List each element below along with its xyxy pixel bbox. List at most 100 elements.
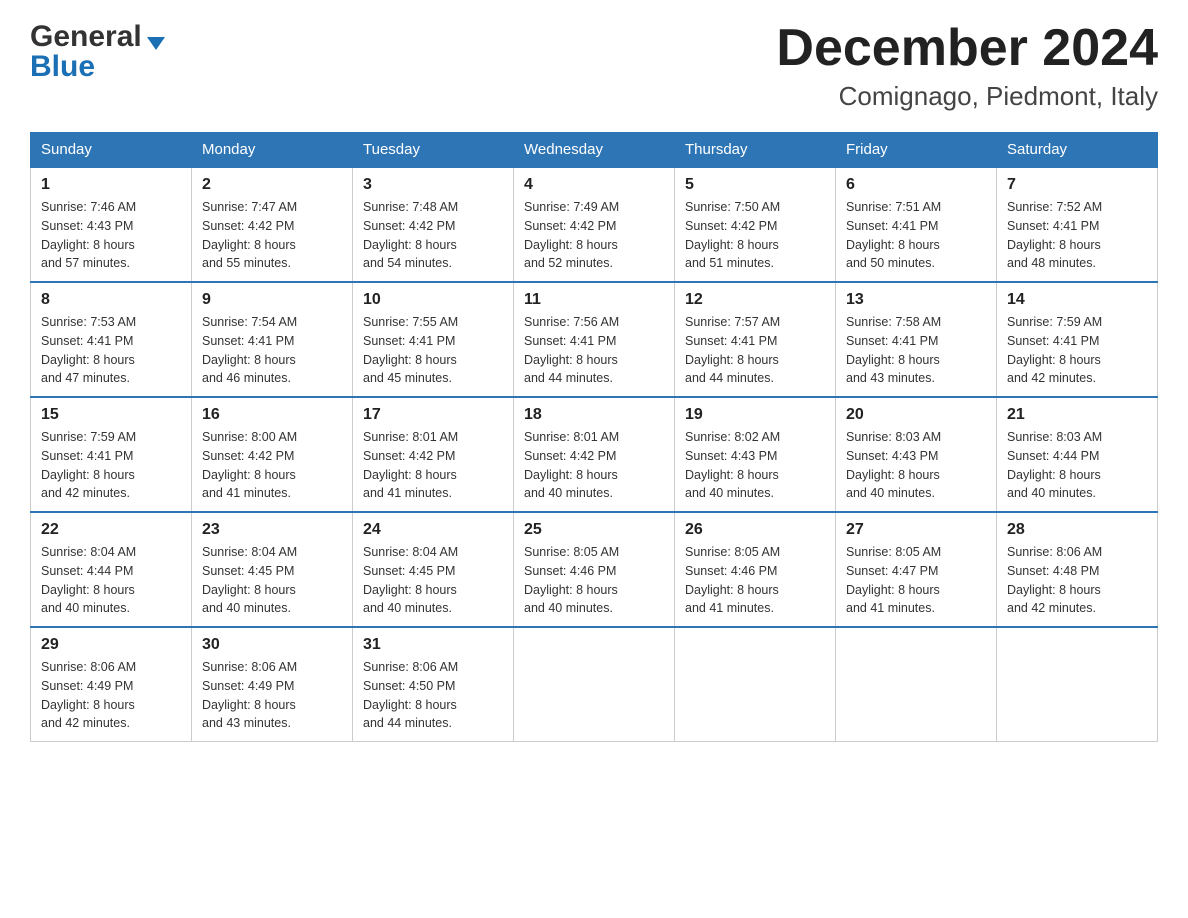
day-number: 21 <box>1007 406 1147 424</box>
calendar-cell: 6Sunrise: 7:51 AMSunset: 4:41 PMDaylight… <box>836 167 997 282</box>
week-row-2: 8Sunrise: 7:53 AMSunset: 4:41 PMDaylight… <box>31 282 1158 397</box>
calendar-cell: 27 Sunrise: 8:05 AMSunset: 4:47 PMDayligh… <box>836 512 997 627</box>
day-info: Sunrise: 8:06 AMSunset: 4:50 PMDaylight:… <box>363 658 503 733</box>
day-number: 31 <box>363 636 503 654</box>
week-row-1: 1 Sunrise: 7:46 AMSunset: 4:43 PMDaylight… <box>31 167 1158 282</box>
calendar-cell: 14 Sunrise: 7:59 AMSunset: 4:41 PMDayligh… <box>997 282 1158 397</box>
calendar-cell <box>514 627 675 742</box>
day-number: 11 <box>524 291 664 309</box>
day-info: Sunrise: 8:05 AMSunset: 4:47 PMDaylight:… <box>846 543 986 618</box>
calendar-cell: 21 Sunrise: 8:03 AMSunset: 4:44 PMDayligh… <box>997 397 1158 512</box>
calendar-cell: 12 Sunrise: 7:57 AMSunset: 4:41 PMDayligh… <box>675 282 836 397</box>
column-header-saturday: Saturday <box>997 133 1158 168</box>
day-number: 13 <box>846 291 986 309</box>
calendar-header-row: SundayMondayTuesdayWednesdayThursdayFrid… <box>31 133 1158 168</box>
column-header-thursday: Thursday <box>675 133 836 168</box>
day-number: 25 <box>524 521 664 539</box>
day-info: Sunrise: 8:05 AMSunset: 4:46 PMDaylight:… <box>685 543 825 618</box>
calendar-cell: 28 Sunrise: 8:06 AMSunset: 4:48 PMDayligh… <box>997 512 1158 627</box>
calendar-table: SundayMondayTuesdayWednesdayThursdayFrid… <box>30 132 1158 742</box>
calendar-cell: 2Sunrise: 7:47 AMSunset: 4:42 PMDaylight… <box>192 167 353 282</box>
logo: General Blue <box>30 20 165 84</box>
calendar-cell: 29Sunrise: 8:06 AMSunset: 4:49 PMDayligh… <box>31 627 192 742</box>
logo-blue-text: Blue <box>30 50 95 84</box>
calendar-cell: 17Sunrise: 8:01 AMSunset: 4:42 PMDayligh… <box>353 397 514 512</box>
day-info: Sunrise: 7:46 AMSunset: 4:43 PMDaylight:… <box>41 198 181 273</box>
day-number: 26 <box>685 521 825 539</box>
day-number: 14 <box>1007 291 1147 309</box>
day-info: Sunrise: 7:59 AMSunset: 4:41 PMDaylight:… <box>1007 313 1147 388</box>
day-number: 27 <box>846 521 986 539</box>
day-number: 1 <box>41 176 181 194</box>
calendar-cell: 30Sunrise: 8:06 AMSunset: 4:49 PMDayligh… <box>192 627 353 742</box>
day-number: 15 <box>41 406 181 424</box>
calendar-cell: 11Sunrise: 7:56 AMSunset: 4:41 PMDayligh… <box>514 282 675 397</box>
day-info: Sunrise: 8:05 AMSunset: 4:46 PMDaylight:… <box>524 543 664 618</box>
calendar-cell: 10 Sunrise: 7:55 AMSunset: 4:41 PMDayligh… <box>353 282 514 397</box>
title-section: December 2024 Comignago, Piedmont, Italy <box>776 20 1158 112</box>
calendar-cell: 9Sunrise: 7:54 AMSunset: 4:41 PMDaylight… <box>192 282 353 397</box>
calendar-cell <box>675 627 836 742</box>
day-info: Sunrise: 7:54 AMSunset: 4:41 PMDaylight:… <box>202 313 342 388</box>
week-row-4: 22Sunrise: 8:04 AMSunset: 4:44 PMDayligh… <box>31 512 1158 627</box>
day-info: Sunrise: 8:03 AMSunset: 4:43 PMDaylight:… <box>846 428 986 503</box>
month-title: December 2024 <box>776 20 1158 77</box>
calendar-cell: 19 Sunrise: 8:02 AMSunset: 4:43 PMDayligh… <box>675 397 836 512</box>
day-number: 10 <box>363 291 503 309</box>
day-number: 4 <box>524 176 664 194</box>
day-number: 16 <box>202 406 342 424</box>
day-info: Sunrise: 7:49 AMSunset: 4:42 PMDaylight:… <box>524 198 664 273</box>
logo-general-text: General <box>30 20 142 54</box>
calendar-cell: 3 Sunrise: 7:48 AMSunset: 4:42 PMDaylight… <box>353 167 514 282</box>
day-info: Sunrise: 8:04 AMSunset: 4:45 PMDaylight:… <box>363 543 503 618</box>
column-header-monday: Monday <box>192 133 353 168</box>
day-info: Sunrise: 7:53 AMSunset: 4:41 PMDaylight:… <box>41 313 181 388</box>
location-title: Comignago, Piedmont, Italy <box>776 81 1158 112</box>
week-row-5: 29Sunrise: 8:06 AMSunset: 4:49 PMDayligh… <box>31 627 1158 742</box>
day-number: 30 <box>202 636 342 654</box>
calendar-cell: 24Sunrise: 8:04 AMSunset: 4:45 PMDayligh… <box>353 512 514 627</box>
calendar-cell <box>997 627 1158 742</box>
day-info: Sunrise: 8:04 AMSunset: 4:45 PMDaylight:… <box>202 543 342 618</box>
day-info: Sunrise: 7:57 AMSunset: 4:41 PMDaylight:… <box>685 313 825 388</box>
week-row-3: 15 Sunrise: 7:59 AMSunset: 4:41 PMDayligh… <box>31 397 1158 512</box>
day-info: Sunrise: 7:50 AMSunset: 4:42 PMDaylight:… <box>685 198 825 273</box>
day-info: Sunrise: 8:06 AMSunset: 4:48 PMDaylight:… <box>1007 543 1147 618</box>
day-number: 19 <box>685 406 825 424</box>
column-header-sunday: Sunday <box>31 133 192 168</box>
calendar-cell: 8Sunrise: 7:53 AMSunset: 4:41 PMDaylight… <box>31 282 192 397</box>
calendar-cell: 26 Sunrise: 8:05 AMSunset: 4:46 PMDayligh… <box>675 512 836 627</box>
day-info: Sunrise: 7:55 AMSunset: 4:41 PMDaylight:… <box>363 313 503 388</box>
column-header-tuesday: Tuesday <box>353 133 514 168</box>
column-header-wednesday: Wednesday <box>514 133 675 168</box>
day-number: 18 <box>524 406 664 424</box>
day-number: 28 <box>1007 521 1147 539</box>
calendar-cell: 23 Sunrise: 8:04 AMSunset: 4:45 PMDayligh… <box>192 512 353 627</box>
calendar-cell: 7 Sunrise: 7:52 AMSunset: 4:41 PMDaylight… <box>997 167 1158 282</box>
calendar-cell: 20Sunrise: 8:03 AMSunset: 4:43 PMDayligh… <box>836 397 997 512</box>
column-header-friday: Friday <box>836 133 997 168</box>
calendar-cell: 31 Sunrise: 8:06 AMSunset: 4:50 PMDayligh… <box>353 627 514 742</box>
day-info: Sunrise: 7:48 AMSunset: 4:42 PMDaylight:… <box>363 198 503 273</box>
day-info: Sunrise: 8:06 AMSunset: 4:49 PMDaylight:… <box>41 658 181 733</box>
calendar-cell: 18Sunrise: 8:01 AMSunset: 4:42 PMDayligh… <box>514 397 675 512</box>
day-info: Sunrise: 8:01 AMSunset: 4:42 PMDaylight:… <box>363 428 503 503</box>
day-info: Sunrise: 7:58 AMSunset: 4:41 PMDaylight:… <box>846 313 986 388</box>
calendar-cell: 5 Sunrise: 7:50 AMSunset: 4:42 PMDaylight… <box>675 167 836 282</box>
day-number: 7 <box>1007 176 1147 194</box>
day-info: Sunrise: 8:04 AMSunset: 4:44 PMDaylight:… <box>41 543 181 618</box>
day-number: 5 <box>685 176 825 194</box>
calendar-cell <box>836 627 997 742</box>
day-number: 3 <box>363 176 503 194</box>
calendar-cell: 22Sunrise: 8:04 AMSunset: 4:44 PMDayligh… <box>31 512 192 627</box>
calendar-cell: 4 Sunrise: 7:49 AMSunset: 4:42 PMDaylight… <box>514 167 675 282</box>
day-info: Sunrise: 7:59 AMSunset: 4:41 PMDaylight:… <box>41 428 181 503</box>
calendar-cell: 16Sunrise: 8:00 AMSunset: 4:42 PMDayligh… <box>192 397 353 512</box>
day-number: 23 <box>202 521 342 539</box>
calendar-cell: 13 Sunrise: 7:58 AMSunset: 4:41 PMDayligh… <box>836 282 997 397</box>
day-number: 12 <box>685 291 825 309</box>
day-info: Sunrise: 8:02 AMSunset: 4:43 PMDaylight:… <box>685 428 825 503</box>
day-info: Sunrise: 8:03 AMSunset: 4:44 PMDaylight:… <box>1007 428 1147 503</box>
day-info: Sunrise: 7:52 AMSunset: 4:41 PMDaylight:… <box>1007 198 1147 273</box>
logo-triangle-icon <box>147 37 165 50</box>
